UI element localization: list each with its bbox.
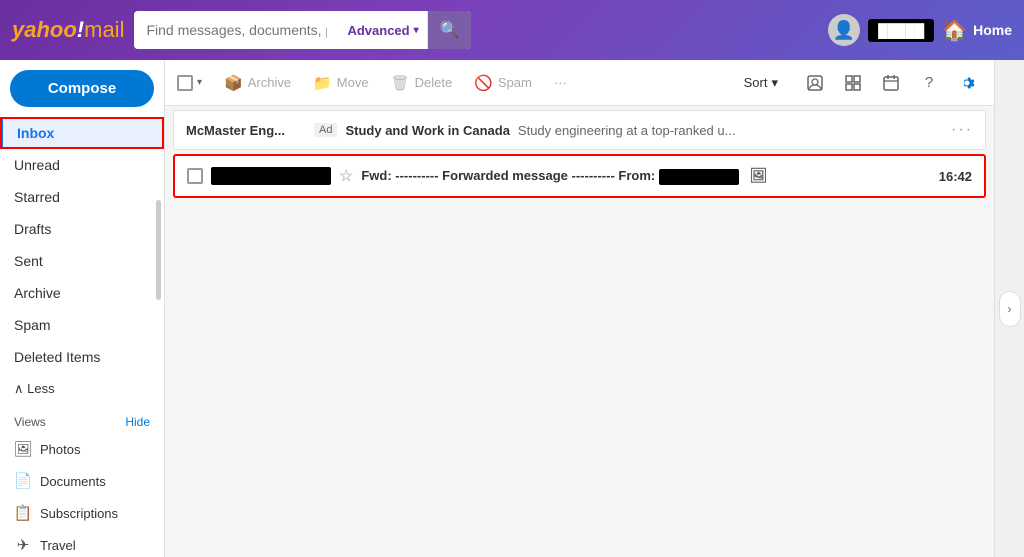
yahoo-logo: yahoo!mail	[12, 17, 124, 43]
star-icon[interactable]: ☆	[339, 166, 353, 186]
select-all-chevron-icon[interactable]: ▾	[197, 77, 202, 88]
logo-mail: mail	[84, 17, 124, 42]
more-action[interactable]: ···	[544, 70, 577, 95]
views-item-travel[interactable]: ✈ Travel	[0, 529, 164, 557]
ad-more-button[interactable]: ···	[951, 121, 973, 139]
email-list: McMaster Eng... Ad Study and Work in Can…	[165, 106, 994, 557]
advanced-label: Advanced	[347, 23, 409, 38]
search-advanced-button[interactable]: Advanced ▾	[339, 11, 427, 49]
calendar-icon[interactable]	[876, 68, 906, 98]
less-link[interactable]: ∧ Less	[0, 373, 164, 405]
email-from-redacted	[659, 169, 739, 185]
home-label: Home	[973, 22, 1012, 38]
archive-action[interactable]: 📦 Archive	[214, 69, 301, 97]
sidebar-item-starred[interactable]: Starred	[0, 181, 164, 213]
home-icon: 🏠	[942, 18, 967, 43]
ad-subject: Study and Work in Canada	[345, 123, 509, 138]
avatar[interactable]: 👤	[828, 14, 860, 46]
documents-label: Documents	[40, 474, 106, 489]
search-button[interactable]: 🔍	[428, 11, 472, 49]
move-label: Move	[337, 75, 369, 90]
scrollbar[interactable]	[156, 200, 161, 300]
header: yahoo!mail Advanced ▾ 🔍 👤 █████ 🏠 Home	[0, 0, 1024, 60]
header-right: 👤 █████ 🏠 Home	[828, 14, 1012, 46]
sidebar-item-deleted[interactable]: Deleted Items	[0, 341, 164, 373]
delete-icon: 🗑	[391, 74, 410, 92]
spam-action[interactable]: 🚫 Spam	[464, 69, 542, 97]
spam-icon: 🚫	[474, 74, 493, 92]
photos-label: Photos	[40, 442, 80, 457]
ad-badge: Ad	[314, 123, 337, 137]
ad-preview: Study engineering at a top-ranked u...	[518, 123, 943, 138]
toolbar: ▾ 📦 Archive 📁 Move 🗑 Delete 🚫 Spam	[165, 60, 994, 106]
email-row[interactable]: ☆ Fwd: ---------- Forwarded message ----…	[173, 154, 986, 198]
username-badge: █████	[868, 19, 934, 42]
sort-button[interactable]: Sort ▾	[734, 70, 788, 96]
views-hide-button[interactable]: Hide	[125, 415, 150, 429]
archive-label: Archive	[248, 75, 291, 90]
contacts-icon[interactable]	[800, 68, 830, 98]
views-item-subscriptions[interactable]: 📋 Subscriptions	[0, 497, 164, 529]
documents-icon: 📄	[14, 472, 32, 490]
attachment-icon: 🖼	[750, 167, 768, 183]
search-bar: Advanced ▾ 🔍	[134, 11, 471, 49]
sort-label: Sort	[744, 75, 768, 90]
subscriptions-icon: 📋	[14, 504, 32, 522]
email-time: 16:42	[932, 169, 972, 184]
chevron-right-icon: ›	[1008, 302, 1012, 316]
sidebar-item-spam[interactable]: Spam	[0, 309, 164, 341]
email-checkbox[interactable]	[187, 168, 203, 184]
travel-label: Travel	[40, 538, 76, 553]
views-item-documents[interactable]: 📄 Documents	[0, 465, 164, 497]
move-icon: 📁	[313, 74, 332, 92]
search-input[interactable]	[134, 11, 339, 49]
side-panel: ›	[994, 60, 1024, 557]
help-icon[interactable]: ?	[914, 68, 944, 98]
side-panel-toggle-button[interactable]: ›	[999, 291, 1021, 327]
subscriptions-label: Subscriptions	[40, 506, 118, 521]
logo-yahoo: yahoo	[12, 17, 77, 42]
sidebar-item-archive[interactable]: Archive	[0, 277, 164, 309]
advanced-chevron-icon: ▾	[414, 25, 419, 36]
views-item-photos[interactable]: 🖼 Photos	[0, 433, 164, 465]
views-section-header: Views Hide	[0, 405, 164, 433]
archive-icon: 📦	[224, 74, 243, 92]
settings-icon[interactable]	[952, 68, 982, 98]
sidebar-item-drafts[interactable]: Drafts	[0, 213, 164, 245]
avatar-icon: 👤	[833, 20, 855, 41]
delete-label: Delete	[415, 75, 453, 90]
move-action[interactable]: 📁 Move	[303, 69, 378, 97]
spam-label: Spam	[498, 75, 532, 90]
select-all-checkbox-area: ▾	[177, 75, 202, 91]
email-sender-redacted	[211, 167, 331, 185]
photos-icon: 🖼	[14, 440, 32, 458]
content-area: ▾ 📦 Archive 📁 Move 🗑 Delete 🚫 Spam	[165, 60, 994, 557]
ad-row[interactable]: McMaster Eng... Ad Study and Work in Can…	[173, 110, 986, 150]
layout-icon[interactable]	[838, 68, 868, 98]
views-title: Views	[14, 415, 46, 429]
travel-icon: ✈	[14, 536, 32, 554]
select-all-checkbox[interactable]	[177, 75, 193, 91]
toolbar-right: ?	[800, 68, 982, 98]
home-button[interactable]: 🏠 Home	[942, 18, 1012, 43]
sidebar-item-inbox[interactable]: Inbox	[0, 117, 164, 149]
compose-button[interactable]: Compose	[10, 70, 154, 107]
sidebar: Compose Inbox Unread Starred Drafts Sent…	[0, 60, 165, 557]
sort-chevron-icon: ▾	[771, 75, 778, 91]
sidebar-item-unread[interactable]: Unread	[0, 149, 164, 181]
toolbar-left: ▾ 📦 Archive 📁 Move 🗑 Delete 🚫 Spam	[177, 69, 577, 97]
main-layout: Compose Inbox Unread Starred Drafts Sent…	[0, 60, 1024, 557]
nav-list: Inbox Unread Starred Drafts Sent Archive…	[0, 117, 164, 373]
email-subject: Fwd: ---------- Forwarded message ------…	[361, 167, 924, 185]
delete-action[interactable]: 🗑 Delete	[381, 69, 463, 97]
more-label: ···	[554, 75, 567, 90]
sidebar-item-sent[interactable]: Sent	[0, 245, 164, 277]
search-icon: 🔍	[440, 20, 460, 40]
ad-sender: McMaster Eng...	[186, 123, 306, 138]
